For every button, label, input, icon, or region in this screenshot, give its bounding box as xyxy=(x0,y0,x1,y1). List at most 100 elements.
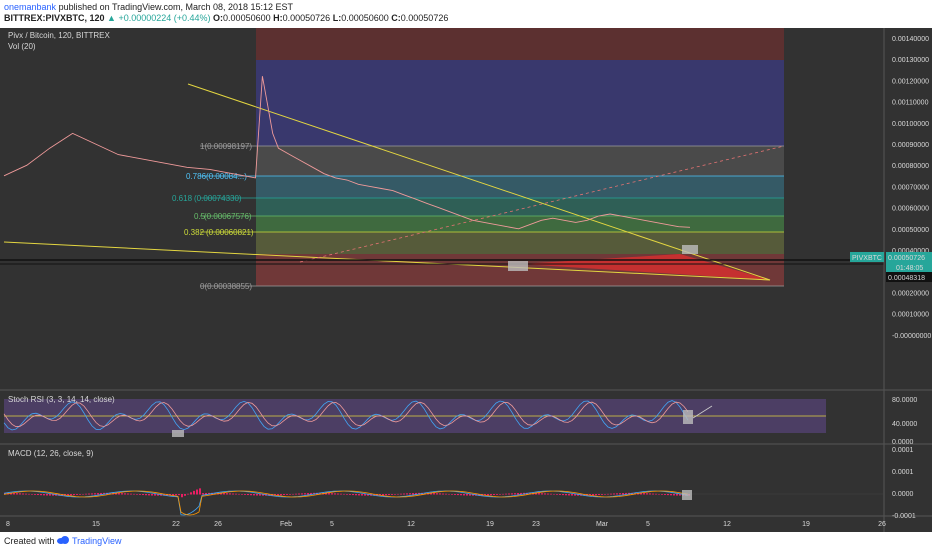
macd-bar xyxy=(661,494,663,495)
open-value: 0.00050600 xyxy=(223,13,271,23)
macd-bar xyxy=(673,494,675,496)
macd-bar xyxy=(676,494,678,496)
macd-bar xyxy=(22,493,24,495)
time-tick-label: 8 xyxy=(6,521,10,528)
macd-bar xyxy=(301,493,303,495)
macd-bar xyxy=(358,494,360,496)
macd-bar xyxy=(82,493,84,495)
fib-zone-teal xyxy=(256,176,784,198)
stoch-marker-1 xyxy=(172,430,184,437)
macd-bar xyxy=(400,493,402,495)
macd-bar xyxy=(148,494,150,496)
macd-bar xyxy=(241,494,243,495)
price-tick-label: 0.00110000 xyxy=(892,100,929,107)
macd-bar xyxy=(130,493,132,495)
macd-bar xyxy=(487,494,489,496)
macd-bar xyxy=(31,494,33,495)
high-value: 0.00050726 xyxy=(282,13,331,23)
created-with: Created with xyxy=(4,536,55,546)
author-link[interactable]: onemanbank xyxy=(4,2,56,12)
macd-bar xyxy=(199,488,201,495)
macd-bar xyxy=(343,493,345,495)
fib-zones xyxy=(256,28,784,286)
high-label: H: xyxy=(273,13,283,23)
macd-bar xyxy=(34,494,36,495)
tradingview-cloud-icon xyxy=(57,536,69,544)
close-label: C: xyxy=(391,13,401,23)
macd-bar xyxy=(304,493,306,495)
price-tick-label: 0.00100000 xyxy=(892,121,929,128)
macd-bar xyxy=(571,494,573,496)
time-tick-label: Feb xyxy=(280,521,292,528)
macd-bar xyxy=(49,494,51,496)
open-label: O: xyxy=(213,13,224,23)
chart-area[interactable]: 1(0.00098197) 0.786 (0.00084...) 0.618 (… xyxy=(0,28,932,532)
macd-bar xyxy=(298,493,300,495)
macd-bar xyxy=(604,494,606,495)
macd-bar xyxy=(568,494,570,496)
macd-bar xyxy=(541,493,543,495)
macd-bar xyxy=(448,493,450,495)
macd-bar xyxy=(619,493,621,495)
low-value: 0.00050600 xyxy=(341,13,389,23)
macd-bar xyxy=(649,493,651,495)
macd-bar xyxy=(232,493,234,495)
macd-bar xyxy=(184,494,186,496)
macd-bar xyxy=(355,494,357,496)
macd-bar xyxy=(250,494,252,496)
macd-bar xyxy=(196,489,198,495)
macd-bar xyxy=(463,494,465,496)
chart-canvas[interactable]: 1(0.00098197) 0.786 (0.00084...) 0.618 (… xyxy=(0,28,932,532)
macd-bar xyxy=(334,493,336,495)
macd-bar xyxy=(616,493,618,495)
macd-bar xyxy=(175,494,177,496)
macd-marker xyxy=(682,490,692,500)
macd-bar xyxy=(490,494,492,496)
time-tick-label: 23 xyxy=(532,521,540,528)
macd-bar xyxy=(553,493,555,495)
close-value: 0.00050726 xyxy=(400,13,449,23)
macd-bar xyxy=(346,494,348,495)
macd-bar xyxy=(187,493,189,495)
price-axis: 0.00140000 0.00130000 0.00120000 0.00110000… xyxy=(892,36,931,340)
macd-bar xyxy=(178,494,180,496)
macd-bar xyxy=(397,493,399,495)
macd-bar xyxy=(601,494,603,495)
macd-bar xyxy=(46,494,48,496)
macd-bar xyxy=(253,494,255,496)
fib-ratio-0382: 0.382 xyxy=(184,228,205,237)
fib-zone-lime xyxy=(256,216,784,232)
macd-bar xyxy=(223,493,225,495)
macd-bar xyxy=(37,494,39,496)
macd-bar xyxy=(193,490,195,495)
fib-label-0618: (0.00074330) xyxy=(194,194,242,203)
time-tick-label: 12 xyxy=(407,521,415,528)
macd-bar xyxy=(658,494,660,495)
macd-bar xyxy=(403,493,405,495)
macd-bar xyxy=(550,493,552,495)
macd-bar xyxy=(607,493,609,495)
macd-bar xyxy=(511,493,513,495)
macd-bar xyxy=(256,494,258,496)
macd-bar xyxy=(235,493,237,495)
macd-bar xyxy=(85,493,87,495)
macd-bar xyxy=(73,494,75,496)
macd-bar xyxy=(19,493,21,495)
macd-bar xyxy=(124,493,126,495)
macd-bar xyxy=(412,493,414,495)
stoch-marker-2 xyxy=(683,410,693,424)
macd-bar xyxy=(76,494,78,495)
macd-bar xyxy=(595,494,597,496)
macd-bar xyxy=(451,494,453,495)
macd-bar xyxy=(136,494,138,495)
macd-bar xyxy=(190,492,192,495)
tradingview-brand[interactable]: TradingView xyxy=(72,536,122,546)
fib-zone-green xyxy=(256,198,784,216)
macd-bar xyxy=(16,493,18,495)
macd-bar xyxy=(436,493,438,495)
symbol-tag: PIVXBTC xyxy=(852,255,882,262)
macd-bar xyxy=(259,494,261,496)
fib-labels: 1(0.00098197) 0.786 (0.00084...) 0.618 (… xyxy=(172,142,254,291)
vol-legend: Vol (20) xyxy=(8,42,36,51)
fib-label-0786: (0.00084...) xyxy=(206,172,247,181)
